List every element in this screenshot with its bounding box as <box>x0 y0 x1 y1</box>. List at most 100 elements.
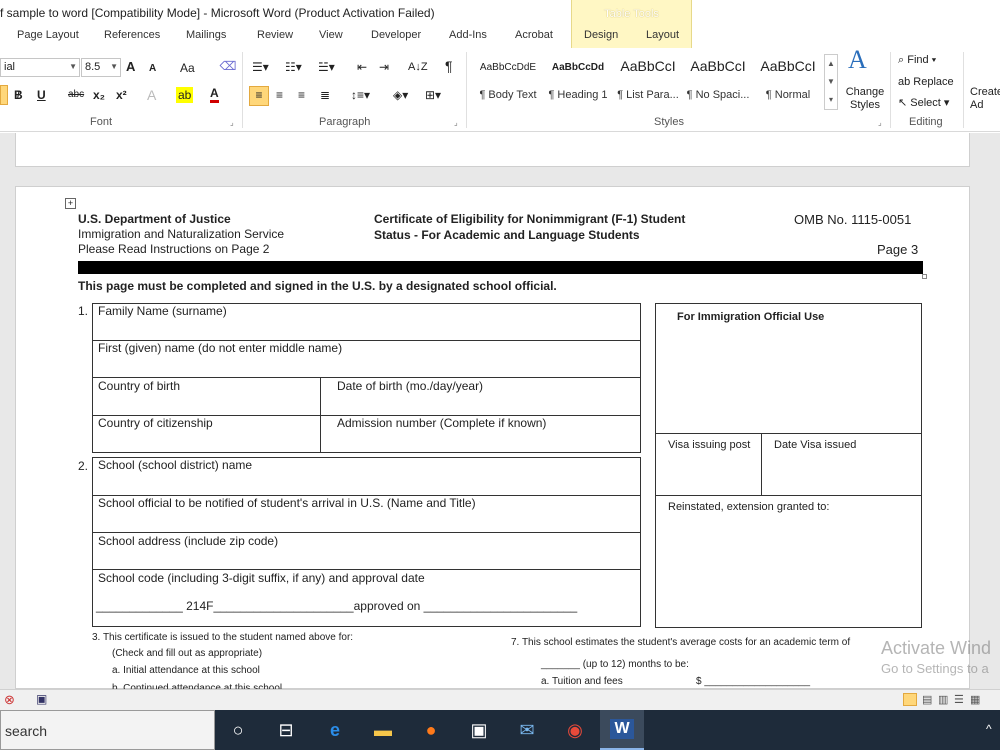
divider <box>92 377 641 378</box>
tab-layout[interactable]: Layout <box>646 29 679 41</box>
table-move-handle-icon[interactable]: + <box>65 198 76 209</box>
decrease-indent-icon[interactable]: ⇤ <box>357 59 367 75</box>
tab-review[interactable]: Review <box>257 29 293 41</box>
show-marks-button[interactable]: ¶ <box>445 58 453 74</box>
date-of-birth-field[interactable]: Date of birth (mo./day/year) <box>337 379 483 393</box>
proofing-icon[interactable]: ⊗ <box>4 692 15 708</box>
style-heading-1[interactable]: AaBbCcDd ¶ Heading 1 <box>543 56 613 106</box>
web-layout-view-icon[interactable]: ▥ <box>938 693 948 706</box>
align-left-icon[interactable]: ≡ <box>249 86 269 106</box>
tab-acrobat[interactable]: Acrobat <box>515 29 553 41</box>
country-of-citizenship-field[interactable]: Country of citizenship <box>98 416 213 430</box>
shrink-font-button[interactable]: A <box>149 61 156 77</box>
clear-formatting-icon[interactable]: ⌫ <box>219 58 237 76</box>
admission-number-field[interactable]: Admission number (Complete if known) <box>337 416 546 430</box>
dialog-launcher-icon[interactable]: ⌟ <box>230 118 234 127</box>
school-code-line[interactable]: _____________ 214F_____________________a… <box>96 599 577 613</box>
italic-button[interactable]: I <box>16 87 20 103</box>
align-center-icon[interactable]: ≡ <box>276 87 283 103</box>
full-screen-view-icon[interactable]: ▤ <box>922 693 932 706</box>
change-case-button[interactable]: Aa <box>180 60 195 76</box>
first-name-field[interactable]: First (given) name (do not enter middle … <box>98 341 342 355</box>
edge-icon[interactable]: e <box>313 710 357 750</box>
school-address-field[interactable]: School address (include zip code) <box>98 534 278 548</box>
line-spacing-icon[interactable]: ↕≡▾ <box>351 87 370 103</box>
print-layout-view-icon[interactable] <box>903 693 917 706</box>
family-name-field[interactable]: Family Name (surname) <box>98 304 227 318</box>
underline-button[interactable]: U <box>37 87 46 103</box>
shading-icon[interactable]: ◈▾ <box>393 87 408 103</box>
highlight-button[interactable]: ab <box>176 87 194 103</box>
store-icon[interactable]: ▣ <box>457 710 501 750</box>
country-of-birth-field[interactable]: Country of birth <box>98 379 180 393</box>
macro-icon[interactable]: ▣ <box>36 692 47 706</box>
initial-attendance-option[interactable]: a. Initial attendance at this school <box>112 665 260 676</box>
borders-icon[interactable]: ⊞▾ <box>425 87 441 103</box>
months-field[interactable]: _______ (up to 12) months to be: <box>541 659 689 670</box>
school-name-field[interactable]: School (school district) name <box>98 458 252 472</box>
change-styles-icon[interactable]: A <box>848 47 867 73</box>
create-adobe-pdf-button[interactable]: Create Ad <box>970 86 1000 112</box>
justify-icon[interactable]: ≣ <box>320 87 330 103</box>
styles-gallery-scroll[interactable]: ▲ ▼ ▾ <box>824 54 838 110</box>
text-effects-button[interactable]: A <box>147 87 156 103</box>
tab-page-layout[interactable]: Page Layout <box>17 29 79 41</box>
font-size-combo[interactable]: 8.5 ▼ <box>81 58 121 77</box>
tab-view[interactable]: View <box>319 29 343 41</box>
outline-view-icon[interactable]: ☰ <box>954 693 964 706</box>
taskbar-search-box[interactable]: search <box>0 710 215 750</box>
select-label: Select <box>910 97 941 109</box>
tab-add-ins[interactable]: Add-Ins <box>449 29 487 41</box>
tab-mailings[interactable]: Mailings <box>186 29 226 41</box>
chrome-icon[interactable]: ◉ <box>553 710 597 750</box>
font-name-combo[interactable]: ial ▼ <box>0 58 80 77</box>
style-body-text[interactable]: AaBbCcDdE ¶ Body Text <box>473 56 543 106</box>
font-color-button[interactable]: A <box>210 87 219 103</box>
document-page[interactable]: + U.S. Department of Justice Immigration… <box>15 186 970 694</box>
change-styles-button[interactable]: Change Styles <box>845 86 885 112</box>
style-preview: AaBbCcDd <box>551 62 605 73</box>
strikethrough-button[interactable]: abc <box>68 87 84 103</box>
style-normal[interactable]: AaBbCcI ¶ Normal <box>753 56 823 106</box>
group-separator <box>242 52 243 128</box>
dialog-launcher-icon[interactable]: ⌟ <box>878 118 882 127</box>
bullets-icon[interactable]: ☰▾ <box>252 59 269 75</box>
numbering-icon[interactable]: ☷▾ <box>285 59 302 75</box>
superscript-button[interactable]: x² <box>116 87 127 103</box>
sort-button[interactable]: A↓Z <box>408 59 428 75</box>
word-icon[interactable]: W <box>600 710 644 750</box>
style-list-paragraph[interactable]: AaBbCcI ¶ List Para... <box>613 56 683 106</box>
cortana-icon[interactable]: ○ <box>216 710 260 750</box>
tuition-amount-field[interactable]: $ ___________________ <box>696 676 810 687</box>
visa-issuing-post-field[interactable]: Visa issuing post <box>668 439 750 451</box>
task-view-icon[interactable]: ⊟ <box>264 710 308 750</box>
school-code-field[interactable]: School code (including 3-digit suffix, i… <box>98 571 425 585</box>
increase-indent-icon[interactable]: ⇥ <box>379 59 389 75</box>
replace-button[interactable]: ab Replace <box>898 74 954 90</box>
file-explorer-icon[interactable]: ▬ <box>361 710 405 750</box>
grow-font-button[interactable]: A <box>126 59 135 75</box>
reinstated-field[interactable]: Reinstated, extension granted to: <box>668 501 829 513</box>
find-button[interactable]: ⌕ Find ▾ <box>898 52 936 68</box>
tab-design[interactable]: Design <box>584 29 618 41</box>
tab-references[interactable]: References <box>104 29 160 41</box>
draft-view-icon[interactable]: ▦ <box>970 693 980 706</box>
multilevel-list-icon[interactable]: ☱▾ <box>318 59 335 75</box>
section-3-text: 3. This certificate is issued to the stu… <box>92 632 354 643</box>
select-button[interactable]: ↖ Select ▾ <box>898 95 949 111</box>
subscript-button[interactable]: x₂ <box>93 87 105 103</box>
tab-developer[interactable]: Developer <box>371 29 421 41</box>
table-resize-handle[interactable] <box>922 274 927 279</box>
divider <box>320 377 321 453</box>
firefox-icon[interactable]: ● <box>409 710 453 750</box>
show-hidden-icons-icon[interactable]: ^ <box>986 722 992 736</box>
school-official-field[interactable]: School official to be notified of studen… <box>98 496 476 510</box>
align-right-icon[interactable]: ≡ <box>298 87 305 103</box>
divider <box>655 495 922 496</box>
mail-icon[interactable]: ✉ <box>505 710 549 750</box>
dialog-launcher-icon[interactable]: ⌟ <box>454 118 458 127</box>
format-painter-button[interactable] <box>0 85 8 105</box>
style-no-spacing[interactable]: AaBbCcI ¶ No Spaci... <box>683 56 753 106</box>
date-visa-issued-field[interactable]: Date Visa issued <box>774 439 856 451</box>
style-name: ¶ Normal <box>765 89 811 101</box>
